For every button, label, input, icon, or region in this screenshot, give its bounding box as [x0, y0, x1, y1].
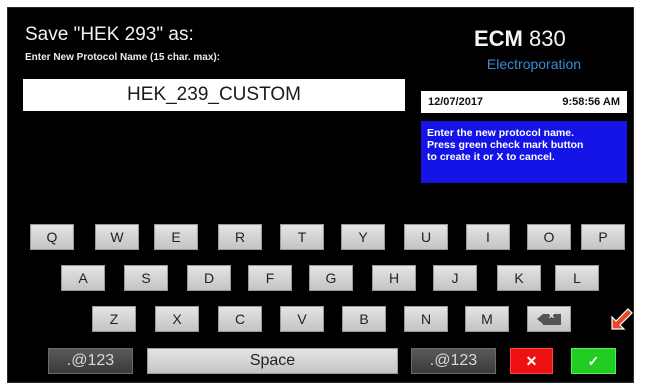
key-a[interactable]: A	[61, 265, 105, 291]
key-u[interactable]: U	[404, 224, 448, 250]
key-q[interactable]: Q	[30, 224, 74, 250]
key-o[interactable]: O	[527, 224, 571, 250]
key-g[interactable]: G	[309, 265, 353, 291]
symbols-key-right[interactable]: .@123	[411, 348, 496, 374]
pointer-arrow-icon	[611, 308, 633, 330]
date-label: 12/07/2017	[428, 96, 484, 108]
key-k[interactable]: K	[497, 265, 541, 291]
key-z[interactable]: Z	[92, 306, 136, 332]
key-x[interactable]: X	[155, 306, 199, 332]
instruction-line: Enter the new protocol name.	[427, 127, 575, 139]
key-t[interactable]: T	[280, 224, 324, 250]
time-label: 9:58:56 AM	[562, 96, 620, 108]
page-title: Save "HEK 293" as:	[25, 24, 194, 45]
key-f[interactable]: F	[248, 265, 292, 291]
key-m[interactable]: M	[465, 306, 509, 332]
key-i[interactable]: I	[466, 224, 510, 250]
brand-model: 830	[529, 26, 566, 51]
instruction-line: to create it or X to cancel.	[427, 151, 555, 163]
key-c[interactable]: C	[218, 306, 262, 332]
protocol-name-input[interactable]	[23, 79, 405, 111]
space-key[interactable]: Space	[147, 348, 398, 374]
key-s[interactable]: S	[124, 265, 168, 291]
input-instruction: Enter New Protocol Name (15 char. max):	[25, 52, 221, 63]
instruction-line: Press green check mark button	[427, 139, 584, 151]
key-n[interactable]: N	[404, 306, 448, 332]
instruction-panel: Enter the new protocol name. Press green…	[421, 121, 627, 183]
key-w[interactable]: W	[95, 224, 139, 250]
confirm-button[interactable]: ✓	[571, 348, 616, 374]
brand-subtitle: Electroporation	[486, 56, 582, 72]
backspace-icon: ×	[536, 311, 561, 325]
cancel-button[interactable]: ✕	[510, 348, 553, 374]
backspace-key[interactable]: ×	[527, 306, 571, 332]
key-v[interactable]: V	[280, 306, 324, 332]
device-screen: Save "HEK 293" as: Enter New Protocol Na…	[7, 7, 634, 383]
key-j[interactable]: J	[433, 265, 477, 291]
key-p[interactable]: P	[581, 224, 625, 250]
key-y[interactable]: Y	[341, 224, 385, 250]
key-l[interactable]: L	[555, 265, 599, 291]
symbols-key-left[interactable]: .@123	[48, 348, 133, 374]
datetime-display: 12/07/2017 9:58:56 AM	[421, 91, 627, 113]
key-b[interactable]: B	[342, 306, 386, 332]
key-e[interactable]: E	[154, 224, 198, 250]
key-d[interactable]: D	[187, 265, 231, 291]
key-h[interactable]: H	[372, 265, 416, 291]
brand-name: ECM	[474, 26, 523, 51]
brand-logo: ECM 830	[474, 26, 566, 52]
key-r[interactable]: R	[218, 224, 262, 250]
